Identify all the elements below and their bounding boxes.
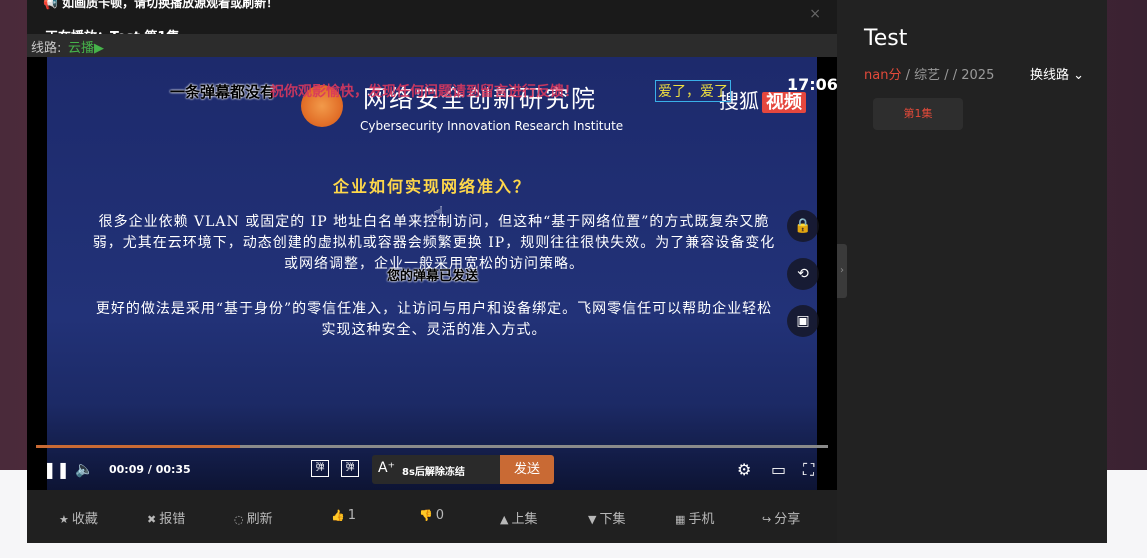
- refresh-button[interactable]: ◌ 刷新: [234, 508, 273, 527]
- pip-mode-icon[interactable]: ▭: [771, 460, 786, 479]
- dislike-button[interactable]: 👎 0: [419, 508, 444, 523]
- now-playing-text: 正在播放：Test 第1集: [45, 26, 179, 34]
- qrcode-icon: ▦: [675, 513, 686, 526]
- progress-fill: [36, 445, 240, 448]
- info-panel: Test nan分 / 综艺 / / 2025 换线路 ⌄ 第1集: [837, 0, 1107, 543]
- send-button[interactable]: 发送: [500, 455, 554, 484]
- danmaku-toggle-icon[interactable]: 弹: [311, 460, 329, 477]
- danmaku-sent-toast: 您的弹幕已发送: [387, 269, 479, 284]
- notice-text: 📢 如画质卡顿，请切换播放源观看或刷新！: [43, 0, 279, 10]
- notice-bar: 📢 如画质卡顿，请切换播放源观看或刷新！ 正在播放：Test 第1集 ×: [27, 0, 837, 34]
- share-icon: ↪: [762, 513, 772, 526]
- lock-icon[interactable]: 🔒: [787, 210, 819, 242]
- danmaku-input-placeholder: 8s后解除冻结: [402, 467, 465, 478]
- score-text: nan分: [864, 68, 902, 83]
- share-button[interactable]: ↪ 分享: [762, 508, 800, 527]
- danmaku-text: 祝你观影愉快，发现任何问题请到留言进行反馈！: [270, 84, 578, 100]
- collapse-handle[interactable]: ›: [837, 244, 847, 298]
- refresh-icon: ◌: [234, 513, 244, 526]
- time-display: 00:09 / 00:35: [109, 463, 191, 476]
- like-button[interactable]: 👍 1: [331, 508, 356, 523]
- next-episode-button[interactable]: ▼ 下集: [588, 508, 625, 527]
- route-value[interactable]: 云播▶: [68, 37, 104, 56]
- danmaku-input[interactable]: A⁺ 8s后解除冻结: [372, 455, 500, 484]
- thumbs-up-icon: 👍: [331, 509, 345, 522]
- caret-up-icon: ▲: [500, 513, 509, 526]
- pip-icon[interactable]: ▣: [787, 305, 819, 337]
- volume-icon[interactable]: 🔈: [75, 460, 94, 478]
- star-icon: ★: [59, 513, 69, 526]
- favorite-button[interactable]: ★ 收藏: [59, 508, 98, 527]
- switch-route-button[interactable]: 换线路 ⌄: [1030, 64, 1084, 83]
- report-button[interactable]: ✖ 报错: [147, 508, 185, 527]
- prev-episode-button[interactable]: ▲ 上集: [500, 508, 537, 527]
- institute-name-en: Cybersecurity Innovation Research Instit…: [360, 119, 624, 133]
- thumbs-down-icon: 👎: [419, 509, 433, 522]
- settings-icon[interactable]: ⚙: [737, 460, 751, 479]
- danmaku-text: 爱了，爱了: [655, 80, 731, 102]
- page-title: Test: [864, 26, 908, 51]
- slide-paragraph: 更好的做法是采用“基于身份”的零信任准入，让访问与用户和设备绑定。飞网零信任可以…: [95, 301, 773, 338]
- hand-cursor-icon: ☝: [433, 203, 444, 224]
- action-bar: ★ 收藏 ✖ 报错 ◌ 刷新 👍 1 👎 0 ▲ 上集 ▼ 下集 ▦ 手机 ↪ 分享: [27, 490, 837, 543]
- close-icon[interactable]: ×: [809, 6, 821, 22]
- close-x-icon: ✖: [147, 513, 157, 526]
- rotate-icon[interactable]: ⟲: [787, 258, 819, 290]
- danmaku-text: 一条弹幕都没有: [170, 83, 276, 101]
- danmaku-settings-icon[interactable]: 弹: [341, 460, 359, 477]
- caret-down-icon: ▼: [588, 513, 597, 526]
- mobile-button[interactable]: ▦ 手机: [675, 508, 714, 527]
- route-label: 线路:: [31, 41, 62, 56]
- clock-display: 17:06: [787, 75, 837, 94]
- pause-icon[interactable]: ❚❚: [43, 460, 70, 479]
- meta-info: nan分 / 综艺 / / 2025: [864, 68, 995, 83]
- video-player[interactable]: 网络安全创新研究院 Cybersecurity Innovation Resea…: [27, 57, 837, 490]
- slide-question: 企业如何实现网络准入？: [332, 177, 531, 196]
- route-bar: 线路: 云播▶: [27, 34, 837, 57]
- text-style-icon[interactable]: A⁺: [378, 460, 395, 476]
- episode-button[interactable]: 第1集: [873, 98, 963, 130]
- progress-bar[interactable]: [36, 445, 828, 448]
- fullscreen-icon[interactable]: ⛶: [803, 460, 814, 480]
